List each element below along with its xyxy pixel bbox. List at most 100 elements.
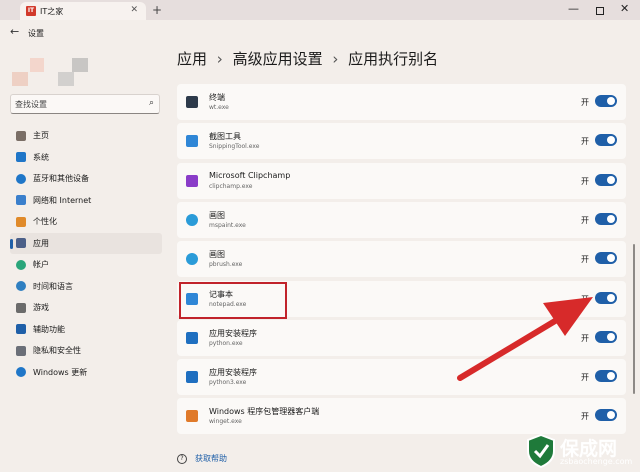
alias-row: 画图 pbrush.exe 开: [177, 241, 626, 278]
alias-app-name: 画图: [209, 250, 225, 260]
tab-title: IT之家: [40, 6, 64, 16]
paint-icon: [186, 253, 198, 266]
alias-toggle[interactable]: [595, 134, 617, 147]
tab-close-icon[interactable]: ✕: [130, 5, 138, 15]
search-icon[interactable]: ⌕: [149, 98, 154, 108]
snipping-tool-icon: [186, 135, 198, 148]
get-help-link[interactable]: ? 获取帮助: [177, 453, 227, 464]
toggle-state-label: 开: [581, 215, 589, 225]
sidebar-item-7[interactable]: 时间和语言: [10, 276, 162, 298]
profile-avatar[interactable]: [12, 56, 92, 90]
alias-app-name: 画图: [209, 210, 225, 220]
clock-globe-icon: [16, 281, 26, 292]
brush-icon: [16, 216, 26, 227]
sidebar-nav: 主页系统蓝牙和其他设备网络和 Internet 个性化应用帐户时间和语言游戏辅助功…: [10, 125, 162, 383]
breadcrumb-advanced-app-settings[interactable]: 高级应用设置: [233, 50, 323, 68]
watermark-logo: 保成网 zsbaochenge.com: [520, 432, 638, 470]
sidebar-item-label: 个性化: [33, 217, 57, 227]
alias-app-name: 截图工具: [209, 132, 241, 142]
settings-title-bar: ← 设置: [0, 20, 640, 44]
package-manager-icon: [186, 410, 198, 423]
toggle-state-label: 开: [581, 412, 589, 422]
toggle-state-label: 开: [581, 176, 589, 186]
window-close-icon[interactable]: ✕: [620, 2, 629, 15]
sidebar-item-0[interactable]: 主页: [10, 125, 162, 147]
clipchamp-icon: [186, 174, 198, 187]
alias-exe-name: python.exe: [209, 339, 243, 347]
search-input[interactable]: [11, 95, 135, 113]
maximize-icon[interactable]: [596, 7, 604, 15]
app-installer-icon: [186, 371, 198, 384]
home-icon: [16, 130, 26, 141]
alias-row: 应用安装程序 python3.exe 开: [177, 359, 626, 396]
it-home-favicon-icon: IT: [26, 6, 36, 16]
sidebar-item-5[interactable]: 应用: [10, 232, 162, 254]
sidebar-item-label: 时间和语言: [33, 281, 73, 291]
browser-tabstrip: IT IT之家 ✕ + — ✕: [0, 0, 640, 20]
sidebar-item-label: 主页: [33, 131, 49, 141]
page-title: 应用执行别名: [348, 50, 439, 68]
terminal-icon: [186, 96, 198, 108]
sidebar-item-10[interactable]: 隐私和安全性: [10, 340, 162, 362]
search-box[interactable]: ⌕: [10, 94, 160, 114]
monitor-icon: [16, 152, 26, 163]
breadcrumb-separator-icon: ›: [216, 50, 223, 68]
breadcrumb-separator-icon: ›: [332, 50, 339, 68]
accessibility-icon: [16, 324, 26, 335]
sidebar-item-11[interactable]: Windows 更新: [10, 362, 162, 384]
help-icon: ?: [177, 453, 187, 464]
alias-toggle[interactable]: [595, 409, 617, 422]
sidebar-item-label: 辅助功能: [33, 324, 65, 334]
breadcrumb: 应用 › 高级应用设置 › 应用执行别名: [177, 48, 443, 69]
toggle-state-label: 开: [581, 373, 589, 383]
alias-exe-name: winget.exe: [209, 418, 242, 426]
get-help-label[interactable]: 获取帮助: [195, 453, 227, 464]
alias-row: Windows 程序包管理器客户端 winget.exe 开: [177, 398, 626, 435]
sidebar-item-1[interactable]: 系统: [10, 147, 162, 169]
new-tab-icon[interactable]: +: [152, 3, 162, 17]
scrollbar[interactable]: [633, 244, 635, 394]
sidebar-item-2[interactable]: 蓝牙和其他设备: [10, 168, 162, 190]
sidebar-item-8[interactable]: 游戏: [10, 297, 162, 319]
breadcrumb-apps[interactable]: 应用: [177, 50, 207, 68]
alias-toggle[interactable]: [595, 173, 617, 186]
alias-app-name: Windows 程序包管理器客户端: [209, 407, 320, 417]
sidebar-item-6[interactable]: 帐户: [10, 254, 162, 276]
browser-tab[interactable]: IT IT之家 ✕: [20, 2, 146, 20]
toggle-state-label: 开: [581, 98, 589, 107]
alias-toggle[interactable]: [595, 330, 617, 343]
sidebar-item-4[interactable]: 个性化: [10, 211, 162, 233]
alias-toggle[interactable]: [595, 95, 617, 107]
alias-app-name: 应用安装程序: [209, 368, 257, 378]
alias-list: 终端 wt.exe 开截图工具 SnippingTool.exe 开 Microsoft …: [177, 84, 626, 437]
apps-icon: [16, 238, 26, 249]
sidebar-item-label: 应用: [33, 238, 49, 248]
paint-icon: [186, 213, 198, 226]
toggle-state-label: 开: [581, 333, 589, 343]
update-icon: [16, 367, 26, 378]
alias-exe-name: wt.exe: [209, 104, 229, 111]
alias-toggle[interactable]: [595, 252, 617, 265]
sidebar-item-label: 帐户: [33, 260, 49, 270]
alias-row: 应用安装程序 python.exe 开: [177, 319, 626, 356]
alias-exe-name: python3.exe: [209, 379, 247, 387]
sidebar-item-9[interactable]: 辅助功能: [10, 319, 162, 341]
toggle-state-label: 开: [581, 255, 589, 265]
alias-toggle[interactable]: [595, 370, 617, 383]
alias-row: 截图工具 SnippingTool.exe 开: [177, 123, 626, 160]
back-arrow-icon[interactable]: ←: [10, 25, 19, 38]
alias-exe-name: clipchamp.exe: [209, 182, 253, 190]
minimize-icon[interactable]: —: [568, 2, 579, 15]
alias-app-name: 终端: [209, 93, 225, 102]
alias-exe-name: SnippingTool.exe: [209, 143, 260, 151]
sidebar-item-label: 蓝牙和其他设备: [33, 174, 89, 184]
alias-exe-name: mspaint.exe: [209, 221, 246, 229]
alias-toggle[interactable]: [595, 212, 617, 225]
alias-app-name: 应用安装程序: [209, 328, 257, 338]
wifi-icon: [16, 195, 26, 206]
sidebar-item-label: Windows 更新: [33, 367, 88, 377]
alias-toggle[interactable]: [595, 291, 617, 304]
alias-app-name: Microsoft Clipchamp: [209, 170, 291, 180]
alias-row: 画图 mspaint.exe 开: [177, 201, 626, 238]
sidebar-item-3[interactable]: 网络和 Internet: [10, 190, 162, 212]
